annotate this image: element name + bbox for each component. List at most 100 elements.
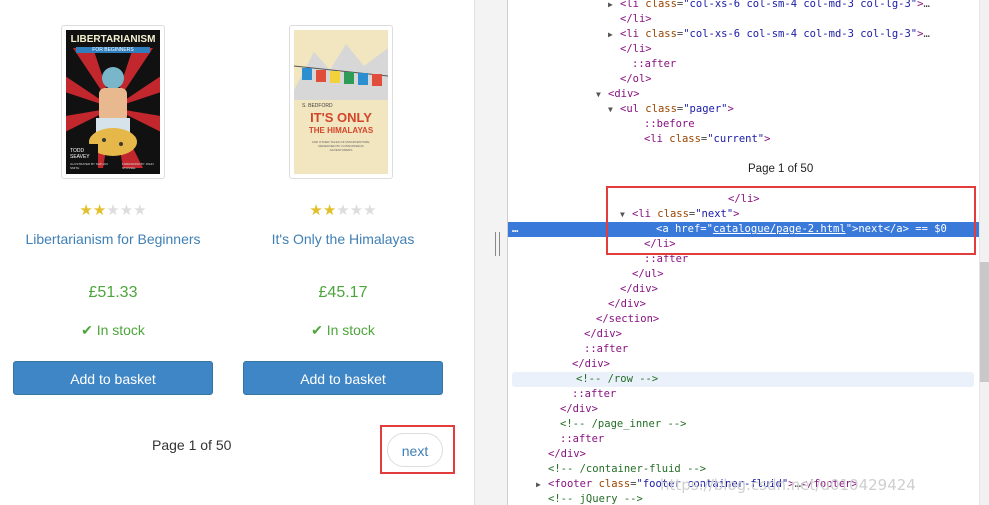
dom-node-markup: </ol> xyxy=(620,73,652,85)
cover-foreword: FOREWORD BY JOHN STOSSEL xyxy=(122,162,154,170)
dom-node-line[interactable]: </div> xyxy=(508,282,979,297)
book-price-2: £45.17 xyxy=(318,284,368,301)
expand-down-icon[interactable]: ▼ xyxy=(596,87,601,102)
cover-tagline: AND OTHER TALES OF MISADVENTURE, REDEFIN… xyxy=(311,140,371,152)
rendered-text: Page 1 of 50 xyxy=(748,163,814,175)
dom-node-markup: <div> xyxy=(608,88,640,100)
cover-subheading: FOR BEGINNERS xyxy=(76,47,150,53)
book-price-1: £51.33 xyxy=(88,284,138,301)
star-icon: ★ xyxy=(133,202,147,219)
expand-right-icon[interactable]: ▶ xyxy=(608,0,613,12)
cover-heading-2: THE HIMALAYAS xyxy=(308,126,374,135)
dom-node-line[interactable]: ▶ <li class="col-xs-6 col-sm-4 col-md-3 c… xyxy=(508,27,979,42)
dom-node-markup: ::before xyxy=(644,118,695,130)
dom-node-markup: </li> xyxy=(620,43,652,55)
scrollbar-thumb[interactable] xyxy=(980,262,989,382)
dom-node-markup: </div> xyxy=(584,328,622,340)
highlight-box-next xyxy=(380,425,455,474)
dom-node-line[interactable]: ▼ <div> xyxy=(508,87,979,102)
dom-node-line[interactable]: </section> xyxy=(508,312,979,327)
dom-node-markup: <!-- jQuery --> xyxy=(548,493,643,505)
dom-node-line[interactable]: ::after xyxy=(508,432,979,447)
star-icon: ★ xyxy=(119,202,134,219)
dom-node-line[interactable]: </div> xyxy=(508,357,979,372)
dom-node-line[interactable]: <!-- /row --> xyxy=(512,372,974,387)
stock-status-2: ✔ In stock xyxy=(243,322,443,339)
dom-node-line[interactable]: <li class="current"> xyxy=(508,132,979,147)
dom-node-line[interactable]: </li> xyxy=(508,12,979,27)
webpage-pane: LIBERTARIANISM FOR BEGINNERS TODD SEAVEY… xyxy=(0,0,474,505)
dom-node-line[interactable]: </div> xyxy=(508,297,979,312)
dom-node-line[interactable]: </ol> xyxy=(508,72,979,87)
dom-node-markup: <!-- /page_inner --> xyxy=(560,418,687,430)
dom-node-markup: ::after xyxy=(560,433,605,445)
dom-node-line[interactable]: ▼ <ul class="pager"> xyxy=(508,102,979,117)
devtools-scrollbar[interactable] xyxy=(979,0,989,505)
dom-node-line[interactable]: <!-- /page_inner --> xyxy=(508,417,979,432)
dom-node-markup: ::after xyxy=(632,58,677,70)
dom-node-markup: <!-- /row --> xyxy=(576,373,659,385)
dom-node-line[interactable]: <!-- /container-fluid --> xyxy=(508,462,979,477)
dom-node-line[interactable]: ::after xyxy=(508,57,979,72)
dom-node-line[interactable]: ::before xyxy=(508,117,979,132)
expand-right-icon[interactable]: ▶ xyxy=(536,477,541,492)
expand-right-icon[interactable]: ▶ xyxy=(608,27,613,42)
add-to-basket-button-1[interactable]: Add to basket xyxy=(13,361,213,395)
dom-node-line[interactable]: ▶ <li class="col-xs-6 col-sm-4 col-md-3 c… xyxy=(508,0,979,12)
expand-down-icon[interactable]: ▼ xyxy=(608,102,613,117)
watermark-text: https://blog.csdn.net/u010429424 xyxy=(660,476,916,494)
dom-node-line[interactable]: </div> xyxy=(508,402,979,417)
cover-heading: LIBERTARIANISM xyxy=(70,34,156,45)
star-icon: ★ xyxy=(363,202,377,219)
star-icon: ★ xyxy=(106,202,120,219)
dom-node-line[interactable]: Page 1 of 50 xyxy=(508,162,979,177)
dom-node-line[interactable]: ::after xyxy=(508,342,979,357)
stock-label: In stock xyxy=(96,322,145,338)
star-rating-2: ★★★★★ xyxy=(243,201,443,219)
dom-node-markup: <ul class="pager"> xyxy=(620,103,734,115)
splitter-grip-icon[interactable] xyxy=(495,232,500,256)
stock-label: In stock xyxy=(326,322,375,338)
dom-node-line[interactable]: </div> xyxy=(508,327,979,342)
pane-splitter[interactable] xyxy=(474,0,508,505)
star-rating-1: ★★★★★ xyxy=(13,201,213,219)
dom-node-line[interactable]: </ul> xyxy=(508,267,979,282)
star-icon: ★ xyxy=(336,202,350,219)
book-title-link-1[interactable]: Libertarianism for Beginners xyxy=(0,231,228,247)
dom-node-markup: ::after xyxy=(584,343,629,355)
dom-node-markup: <li class="current"> xyxy=(644,133,771,145)
dom-node-markup: <li class="col-xs-6 col-sm-4 col-md-3 co… xyxy=(620,0,930,10)
dom-node-markup: </ul> xyxy=(632,268,664,280)
stock-status-1: ✔ In stock xyxy=(13,322,213,339)
check-icon: ✔ xyxy=(311,322,323,338)
more-options-icon[interactable]: … xyxy=(512,222,518,237)
pager-current: Page 1 of 50 xyxy=(152,437,232,453)
dom-node-markup: </div> xyxy=(608,298,646,310)
cover-author: S. BEDFORD xyxy=(302,103,333,109)
check-icon: ✔ xyxy=(81,322,93,338)
dom-node-markup: </div> xyxy=(620,283,658,295)
dom-node-markup: </div> xyxy=(572,358,610,370)
book-title-link-2[interactable]: It's Only the Himalayas xyxy=(228,231,458,247)
dom-node-markup: ::after xyxy=(572,388,617,400)
himalayas-cover-art xyxy=(294,30,388,174)
dom-node-line[interactable]: ::after xyxy=(508,387,979,402)
dom-node-markup: <!-- /container-fluid --> xyxy=(548,463,707,475)
book-cover-2[interactable]: S. BEDFORD IT'S ONLY THE HIMALAYAS AND O… xyxy=(289,25,393,179)
cover-author: TODD SEAVEY xyxy=(70,148,90,160)
dom-node-markup: </section> xyxy=(596,313,660,325)
dom-node-markup: <li class="col-xs-6 col-sm-4 col-md-3 co… xyxy=(620,28,930,40)
cover-illustrator: ILLUSTRATED BY NATHAN SMITH xyxy=(70,162,108,170)
dom-node-line[interactable] xyxy=(508,147,979,162)
dom-node-line[interactable]: </div> xyxy=(508,447,979,462)
highlight-box-devtools xyxy=(606,186,976,255)
star-icon: ★ xyxy=(349,202,364,219)
star-icon: ★ xyxy=(92,202,107,219)
cover-heading-1: IT'S ONLY xyxy=(310,110,372,125)
add-to-basket-button-2[interactable]: Add to basket xyxy=(243,361,443,395)
star-icon: ★ xyxy=(322,202,337,219)
dom-node-markup: </li> xyxy=(620,13,652,25)
dom-node-line[interactable]: </li> xyxy=(508,42,979,57)
book-cover-1[interactable]: LIBERTARIANISM FOR BEGINNERS TODD SEAVEY… xyxy=(61,25,165,179)
star-icon: ★ xyxy=(79,202,93,219)
